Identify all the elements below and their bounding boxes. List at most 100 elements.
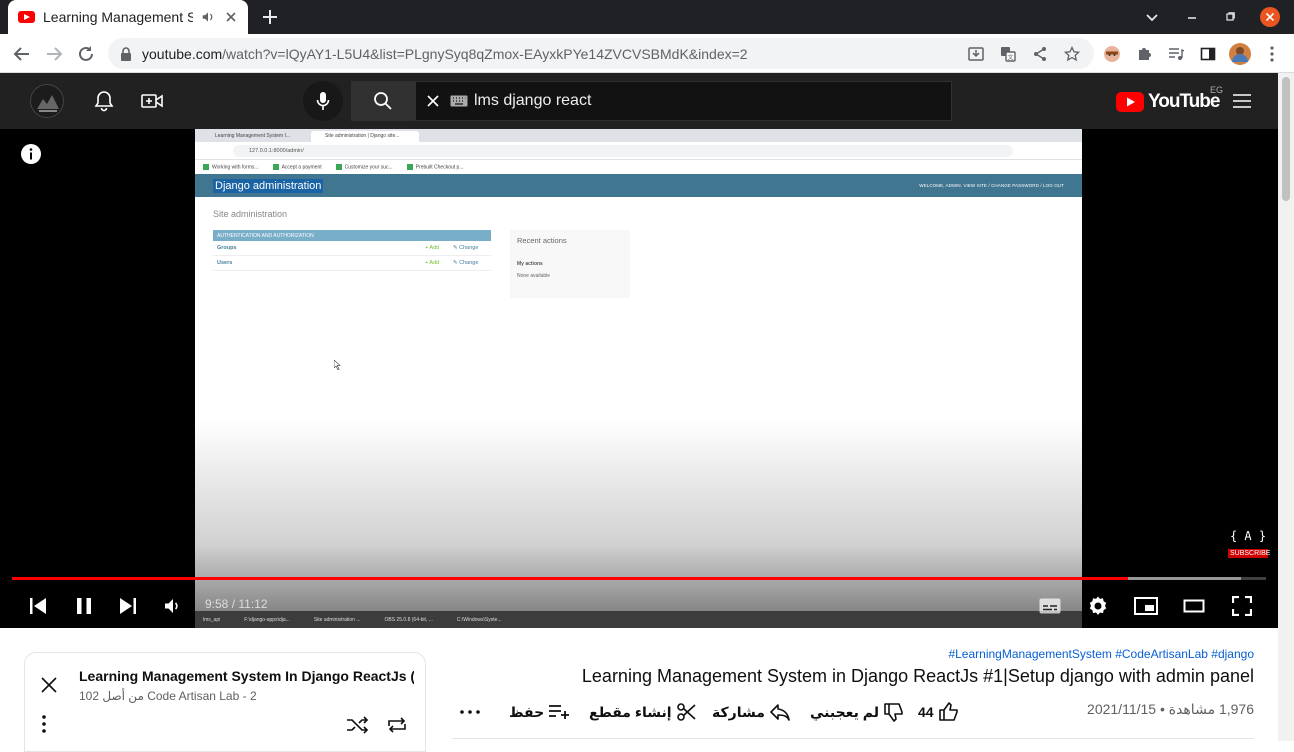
django-recent-title: Recent actions [517,236,567,245]
video-address-text: 127.0.0.1:8000/admin/ [233,144,1013,157]
account-avatar[interactable] [30,84,64,118]
share-label: مشاركة [712,703,765,720]
browser-toolbar: youtube.com/watch?v=lQyAY1-L5U4&list=PLg… [0,34,1294,73]
captions-icon [1039,598,1061,614]
fullscreen-icon [1232,596,1252,616]
page-scrollbar[interactable] [1278,73,1294,741]
new-tab-button[interactable] [260,7,280,27]
playlist-add-icon [549,705,570,719]
profile-avatar-icon[interactable] [1226,40,1254,68]
miniplayer-button[interactable] [1132,592,1160,620]
time-display: 9:58 / 11:12 [205,597,268,611]
extension-avatar-icon[interactable] [1098,40,1126,68]
clip-label: إنشاء مقطع [589,703,672,720]
pause-button[interactable] [70,592,98,620]
django-row-name: Users [217,260,233,266]
youtube-logo-text: YouTube [1148,91,1220,112]
share-button[interactable]: مشاركة [708,700,791,724]
translate-icon[interactable]: 文 [994,40,1022,68]
playlist-more-icon[interactable] [42,715,46,733]
more-actions-button[interactable] [460,700,480,724]
browser-tab[interactable]: Learning Management System In Django Rea… [8,0,248,34]
forward-arrow-icon[interactable] [40,40,68,68]
dislike-button[interactable]: لم يعجبني [806,700,905,724]
browser-tab-title: Learning Management System In Django Rea… [43,9,193,25]
back-arrow-icon[interactable] [8,40,36,68]
minimize-icon[interactable] [1174,0,1210,34]
speaker-icon[interactable] [201,10,215,24]
tab-close-icon[interactable] [225,11,237,23]
video-tab-1: Learning Management System I... [215,133,291,139]
video-bookmarks: Working with forms... Accept a payment C… [195,160,1082,174]
video-meta: 1,976 مشاهدة • 2021/11/15 [1087,701,1254,717]
video-bookmark-4: Prebuilt Checkout p... [407,164,464,170]
thumbs-down-icon [884,703,903,722]
search-query-text: lms django react [474,92,592,109]
django-module-caption: AUTHENTICATION AND AUTHORIZATION [213,230,491,241]
scrollbar-thumb[interactable] [1282,77,1290,201]
django-my-actions: My actions [517,261,543,267]
voice-search-button[interactable] [303,81,343,121]
video-bookmark-3: Customize your suc... [336,164,393,170]
guide-menu-icon[interactable] [1228,87,1256,115]
video-address-bar: 127.0.0.1:8000/admin/ [195,142,1082,160]
video-taskbar-item: Site administration ... [313,616,361,623]
keyboard-icon[interactable] [450,95,468,107]
search-button[interactable] [351,81,415,121]
video-hashtags[interactable]: #LearningManagementSystem #CodeArtisanLa… [948,647,1254,661]
video-taskbar-item: C:\Windows\Syste... [456,616,502,623]
search-input[interactable]: lms django react [415,81,952,121]
save-button[interactable]: حفظ [505,700,570,724]
django-row-name: Groups [217,245,237,251]
youtube-logo[interactable]: YouTube EG [1116,85,1223,113]
channel-watermark[interactable]: { A } SUBSCRIBE [1228,529,1270,558]
video-taskbar-item: lms_api [203,616,221,623]
django-row-add: + Add [425,245,440,251]
volume-button[interactable] [159,592,187,620]
share-arrow-icon [770,704,790,721]
django-user-tools: WELCOME, ADMIN. VIEW SITE / CHANGE PASSW… [919,183,1064,188]
video-player[interactable]: Learning Management System I... Site adm… [0,129,1278,628]
window-close-button[interactable] [1252,0,1288,34]
subtitles-button[interactable] [1036,592,1064,620]
reload-icon[interactable] [72,40,100,68]
scissors-icon [676,703,696,721]
info-divider [452,738,1254,739]
playlist-title[interactable]: Learning Management System In Django Rea… [79,668,414,684]
address-bar[interactable]: youtube.com/watch?v=lQyAY1-L5U4&list=PLg… [108,38,1094,69]
video-browser-tabs: Learning Management System I... Site adm… [195,129,1082,142]
loop-icon[interactable] [385,715,409,735]
pause-icon [77,598,91,614]
create-video-icon[interactable] [138,87,166,115]
browser-tab-strip: Learning Management System In Django Rea… [0,0,1294,34]
info-icon[interactable] [20,143,42,165]
fullscreen-button[interactable] [1228,592,1256,620]
playlist-close-icon[interactable] [39,675,59,695]
gear-icon [1089,596,1107,615]
notifications-bell-icon[interactable] [90,87,118,115]
install-app-icon[interactable] [962,40,990,68]
like-button[interactable]: 44 [914,700,960,724]
share-icon[interactable] [1026,40,1054,68]
lock-icon[interactable] [120,46,132,61]
side-panel-icon[interactable] [1194,40,1222,68]
shuffle-icon[interactable] [345,715,369,735]
progress-bar[interactable] [12,577,1266,580]
clear-search-icon[interactable] [426,94,440,108]
settings-button[interactable] [1084,592,1112,620]
chrome-menu-icon[interactable] [1258,40,1286,68]
bookmark-star-icon[interactable] [1058,40,1086,68]
previous-button[interactable] [24,592,52,620]
media-queue-icon[interactable] [1162,40,1190,68]
theater-icon [1183,599,1205,613]
restore-icon[interactable] [1212,0,1248,34]
clip-button[interactable]: إنشاء مقطع [585,700,696,724]
miniplayer-icon [1134,597,1158,615]
extensions-puzzle-icon[interactable] [1130,40,1158,68]
youtube-favicon-icon [18,11,35,23]
theater-mode-button[interactable] [1180,592,1208,620]
tab-search-icon[interactable] [1134,0,1170,34]
youtube-play-logo-icon [1116,92,1144,112]
next-button[interactable] [114,592,142,620]
volume-icon [165,599,178,613]
